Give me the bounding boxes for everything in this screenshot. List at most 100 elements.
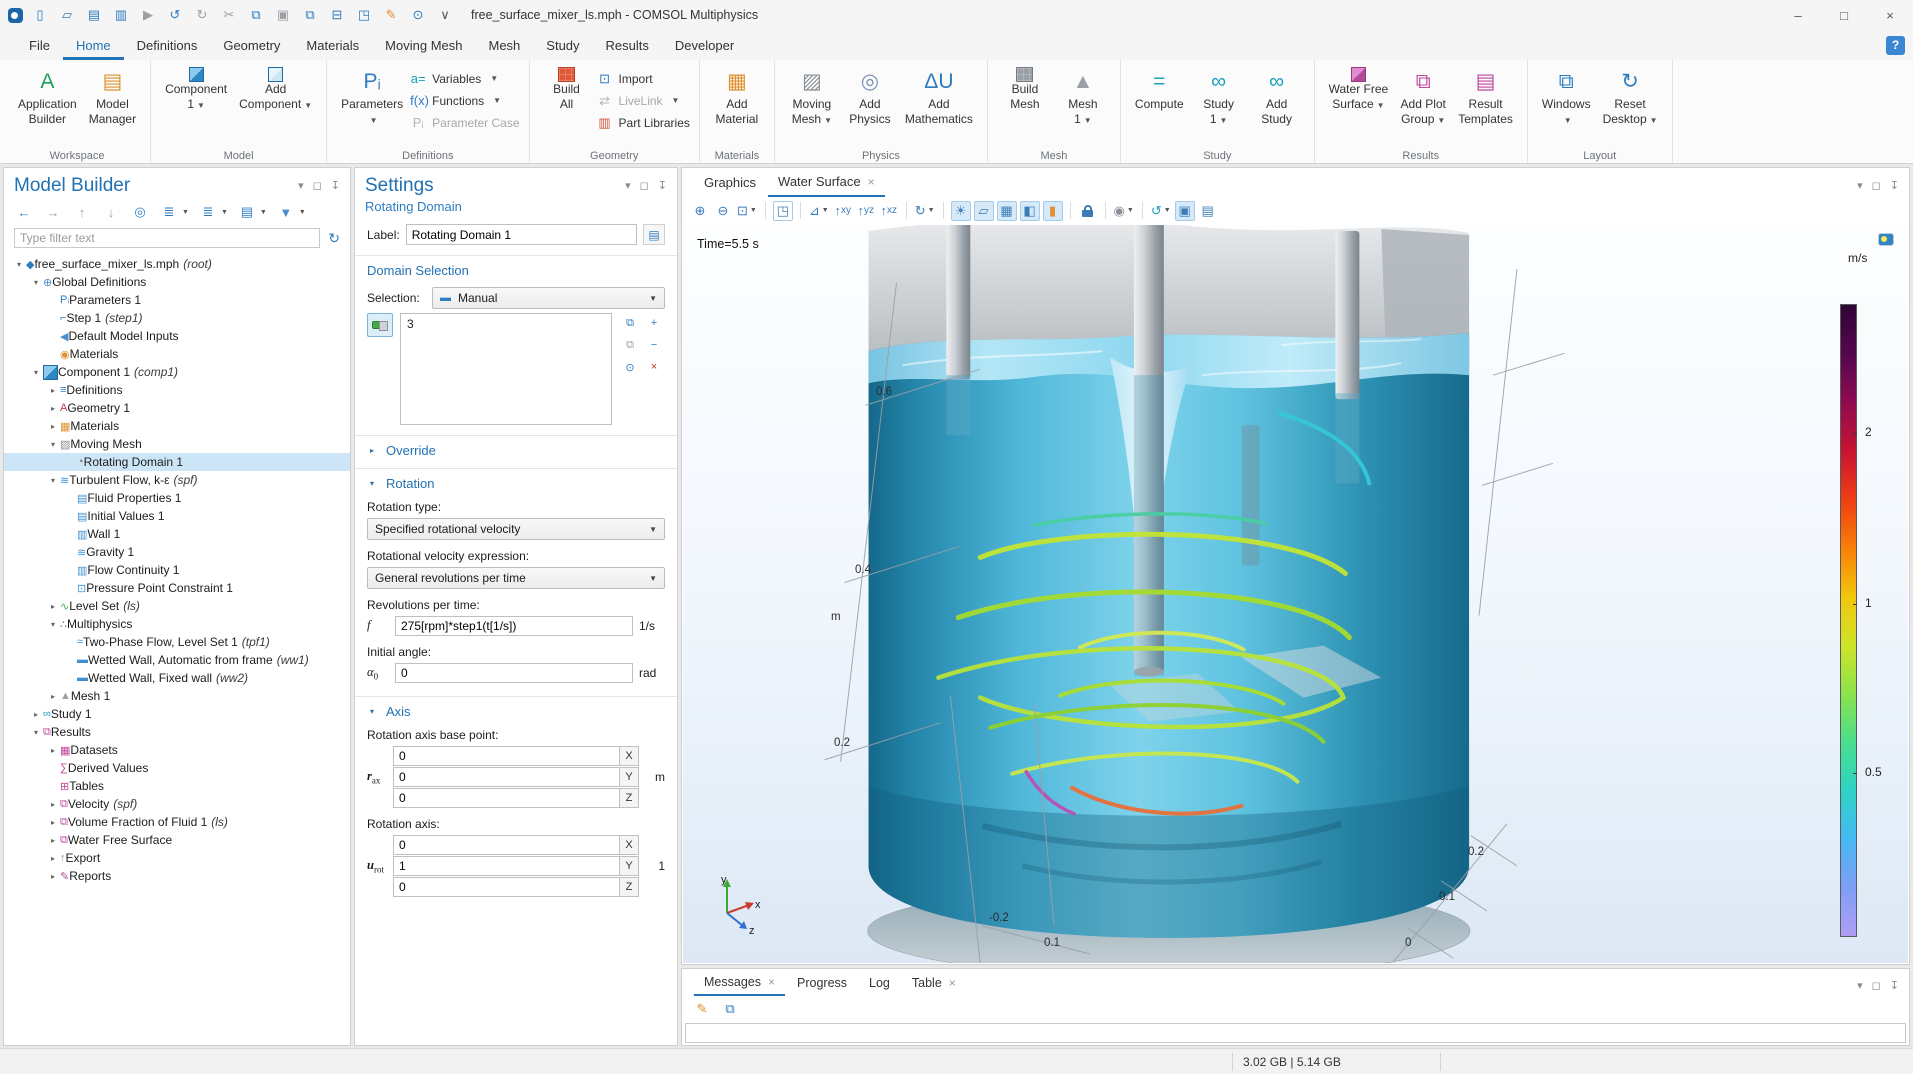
tree-item-level-set[interactable]: ▸∿Level Set(ls)	[4, 597, 350, 615]
graphics-tab-graphics[interactable]: Graphics	[694, 168, 766, 197]
pin-panel-icon[interactable]: ↧	[331, 179, 340, 192]
revolutions-input[interactable]	[395, 616, 633, 636]
tree-item-free-surface-mixer-ls-mph[interactable]: ▾◆free_surface_mixer_ls.mph(root)	[4, 255, 350, 273]
component-1-button[interactable]: Component1▼	[160, 65, 232, 115]
add-to-selection-button[interactable]: +	[643, 313, 665, 333]
view-xz-button[interactable]: ↑xz	[879, 201, 899, 221]
mesh-1-button[interactable]: ▲Mesh1▼	[1055, 65, 1111, 130]
tree-item-wall-1[interactable]: ▥Wall 1	[4, 525, 350, 543]
ribbon-tab-moving-mesh[interactable]: Moving Mesh	[372, 30, 475, 60]
copy-selection-button[interactable]: ⧉	[619, 313, 641, 333]
clear-selection-button[interactable]: ×	[643, 357, 665, 377]
collapse-panel-icon[interactable]: ▾	[298, 179, 304, 192]
pin-panel-icon[interactable]: ↧	[1890, 179, 1899, 192]
tree-item-gravity-1[interactable]: ≋Gravity 1	[4, 543, 350, 561]
tree-item-definitions[interactable]: ▸≡Definitions	[4, 381, 350, 399]
tree-item-reports[interactable]: ▸✎Reports	[4, 867, 350, 885]
paste-button[interactable]: ▣	[273, 5, 293, 25]
graphics-tab-water-surface[interactable]: Water Surface×	[768, 168, 885, 197]
tree-item-rotating-domain-1[interactable]: ◔Rotating Domain 1	[4, 453, 350, 471]
close-icon[interactable]: ×	[949, 976, 956, 990]
part-libraries-button[interactable]: ▥Part Libraries	[597, 114, 690, 131]
tree-item-materials[interactable]: ▸▦Materials	[4, 417, 350, 435]
delete-button[interactable]: ⊟	[327, 5, 347, 25]
variables-button[interactable]: a=Variables▼	[410, 70, 519, 87]
move-up-button[interactable]: ↑	[72, 202, 92, 222]
pin-panel-icon[interactable]: ↧	[1890, 979, 1899, 992]
scene-light-button[interactable]: ☀	[951, 201, 971, 221]
windows-button[interactable]: ⧉Windows▼	[1537, 65, 1596, 130]
build-all-button[interactable]: BuildAll	[539, 65, 595, 113]
override-heading[interactable]: ▸Override	[367, 443, 665, 458]
help-button[interactable]: ?	[1886, 36, 1905, 55]
add-component-button[interactable]: AddComponent▼	[234, 65, 317, 115]
go-to-default-view-button[interactable]: ⊿▼	[808, 201, 830, 221]
messages-content[interactable]	[685, 1023, 1906, 1043]
show-grid-button[interactable]: ▦	[997, 201, 1017, 221]
paste-selection-button[interactable]: ⧉	[619, 335, 641, 355]
minimize-button[interactable]: –	[1775, 0, 1821, 30]
velocity-expression-dropdown[interactable]: General revolutions per time ▼	[367, 567, 665, 589]
ribbon-tab-study[interactable]: Study	[533, 30, 592, 60]
tree-item-velocity[interactable]: ▸⧉Velocity(spf)	[4, 795, 350, 813]
zoom-extents-button[interactable]: ◳	[773, 201, 793, 221]
messages-tab-log[interactable]: Log	[859, 969, 900, 996]
add-study-button[interactable]: ∞AddStudy	[1249, 65, 1305, 128]
tree-item-global-definitions[interactable]: ▾⊕Global Definitions	[4, 273, 350, 291]
parameters-button[interactable]: PᵢParameters▼	[336, 65, 408, 130]
selection-list-item[interactable]: 3	[407, 317, 605, 331]
tree-item-two-phase-flow-level-set-1[interactable]: ≈Two-Phase Flow, Level Set 1(tpf1)	[4, 633, 350, 651]
save-as-button[interactable]: ▥	[111, 5, 131, 25]
select-tool-button[interactable]: ✎	[692, 999, 712, 1019]
lock-camera-button[interactable]	[1078, 201, 1098, 221]
tree-item-volume-fraction-of-fluid-1[interactable]: ▸⧉Volume Fraction of Fluid 1(ls)	[4, 813, 350, 831]
ribbon-tab-developer[interactable]: Developer	[662, 30, 747, 60]
tree-item-geometry-1[interactable]: ▸AGeometry 1	[4, 399, 350, 417]
model-manager-button[interactable]: ▤ModelManager	[84, 65, 141, 128]
pin-panel-icon[interactable]: ↧	[658, 179, 667, 192]
refresh-icon[interactable]: ↻	[328, 230, 340, 247]
print-button[interactable]: ▤	[1198, 201, 1218, 221]
add-mathematics-button[interactable]: ΔUAddMathematics	[900, 65, 978, 128]
select-box-button[interactable]: ◳	[354, 5, 374, 25]
tree-item-results[interactable]: ▾⧉Results	[4, 723, 350, 741]
tree-item-water-free-surface[interactable]: ▸⧉Water Free Surface	[4, 831, 350, 849]
ribbon-tab-home[interactable]: Home	[63, 30, 124, 60]
add-plot-group-button[interactable]: ⧉Add PlotGroup▼	[1395, 65, 1451, 130]
tree-item-moving-mesh[interactable]: ▾▨Moving Mesh	[4, 435, 350, 453]
tree-item-datasets[interactable]: ▸▦Datasets	[4, 741, 350, 759]
tree-item-default-model-inputs[interactable]: ◀Default Model Inputs	[4, 327, 350, 345]
ribbon-tab-definitions[interactable]: Definitions	[124, 30, 211, 60]
save-button[interactable]: ▤	[84, 5, 104, 25]
tree-item-wetted-wall-automatic-from-frame[interactable]: ▬Wetted Wall, Automatic from frame(ww1)	[4, 651, 350, 669]
rotation-type-dropdown[interactable]: Specified rotational velocity ▼	[367, 518, 665, 540]
float-panel-icon[interactable]: ◻	[640, 179, 649, 192]
close-button[interactable]: ×	[1867, 0, 1913, 30]
cut-button[interactable]: ✂	[219, 5, 239, 25]
activate-selection-toggle[interactable]	[367, 313, 393, 337]
zoom-to-selection-button[interactable]: ⊙	[619, 357, 641, 377]
messages-tab-table[interactable]: Table×	[902, 969, 966, 996]
rotation-axis-block-z-input[interactable]	[393, 877, 619, 897]
water-free-surface-button[interactable]: Water FreeSurface▼	[1324, 65, 1394, 115]
add-material-button[interactable]: ▦AddMaterial	[709, 65, 765, 128]
tree-item-mesh-1[interactable]: ▸▲Mesh 1	[4, 687, 350, 705]
model-tree-node-text-button[interactable]: ▤	[237, 202, 257, 222]
collapse-panel-icon[interactable]: ▾	[1857, 179, 1863, 192]
tree-item-step-1[interactable]: ⌐Step 1(step1)	[4, 309, 350, 327]
tree-item-study-1[interactable]: ▸∞Study 1	[4, 705, 350, 723]
study-1-button[interactable]: ∞Study1▼	[1191, 65, 1247, 130]
float-panel-icon[interactable]: ◻	[1872, 179, 1881, 192]
show-clip-planes-button[interactable]: ◧	[1020, 201, 1040, 221]
new-file-button[interactable]: ▯	[30, 5, 50, 25]
build-mesh-button[interactable]: BuildMesh	[997, 65, 1053, 113]
tree-item-wetted-wall-fixed-wall[interactable]: ▬Wetted Wall, Fixed wall(ww2)	[4, 669, 350, 687]
rotation-heading[interactable]: ▾Rotation	[367, 476, 665, 491]
rotate-view-button[interactable]: ↻▼	[914, 201, 936, 221]
application-builder-button[interactable]: AApplicationBuilder	[13, 65, 82, 128]
find-button[interactable]: ⊙	[408, 5, 428, 25]
expand-all-button[interactable]: ≣	[159, 202, 179, 222]
run-button[interactable]: ▶	[138, 5, 158, 25]
close-icon[interactable]: ×	[768, 975, 775, 989]
base-point-block-y-input[interactable]	[393, 767, 619, 787]
